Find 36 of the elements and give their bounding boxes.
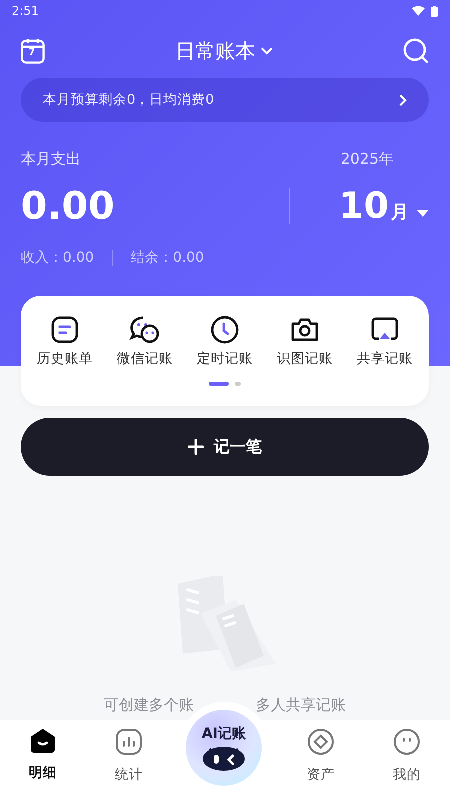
add-record-button[interactable]: 记一笔 [21, 418, 429, 476]
tab[interactable]: 明细 [8, 728, 78, 782]
expense-amount: 0.00 [21, 184, 116, 228]
quick-action[interactable]: 定时记账 [197, 314, 253, 368]
chevron-down-icon [260, 47, 272, 55]
caret-down-icon [417, 210, 429, 218]
income-text: 收入：0.00 [21, 249, 94, 267]
year-label: 2025年 [340, 150, 394, 169]
expense-label: 本月支出 [21, 150, 81, 169]
budget-banner[interactable]: 本月预算剩余0，日均消费0 [21, 78, 429, 122]
quick-action[interactable]: 历史账单 [37, 314, 93, 368]
tab[interactable]: 我的 [372, 728, 442, 784]
wifi-icon [412, 6, 425, 16]
tab[interactable]: 统计 [94, 728, 164, 784]
ledger-selector[interactable]: 日常账本 [176, 38, 272, 64]
clock-icon [210, 315, 240, 345]
plus-icon [188, 439, 204, 455]
quick-action[interactable]: 微信记账 [117, 314, 173, 368]
tab[interactable]: 资产 [286, 728, 356, 784]
quick-action[interactable]: 识图记账 [277, 314, 333, 368]
bar-chart-icon [115, 728, 143, 756]
status-time: 2:51 [12, 4, 39, 18]
balance-text: 结余：0.00 [131, 249, 204, 267]
battery-icon [431, 6, 438, 16]
list-icon [50, 315, 80, 345]
quick-action[interactable]: 共享记账 [357, 314, 413, 368]
chevron-right-icon [399, 94, 407, 106]
chat-icon [129, 315, 161, 345]
robot-face-icon [200, 746, 248, 772]
calendar-icon [21, 38, 45, 64]
home-icon [29, 728, 57, 754]
search-icon[interactable] [403, 38, 429, 64]
calendar-day: 7 [29, 48, 36, 58]
month-selector[interactable]: 10月 [338, 186, 429, 226]
calendar-button[interactable]: 7 [21, 38, 45, 64]
face-icon [393, 728, 421, 756]
